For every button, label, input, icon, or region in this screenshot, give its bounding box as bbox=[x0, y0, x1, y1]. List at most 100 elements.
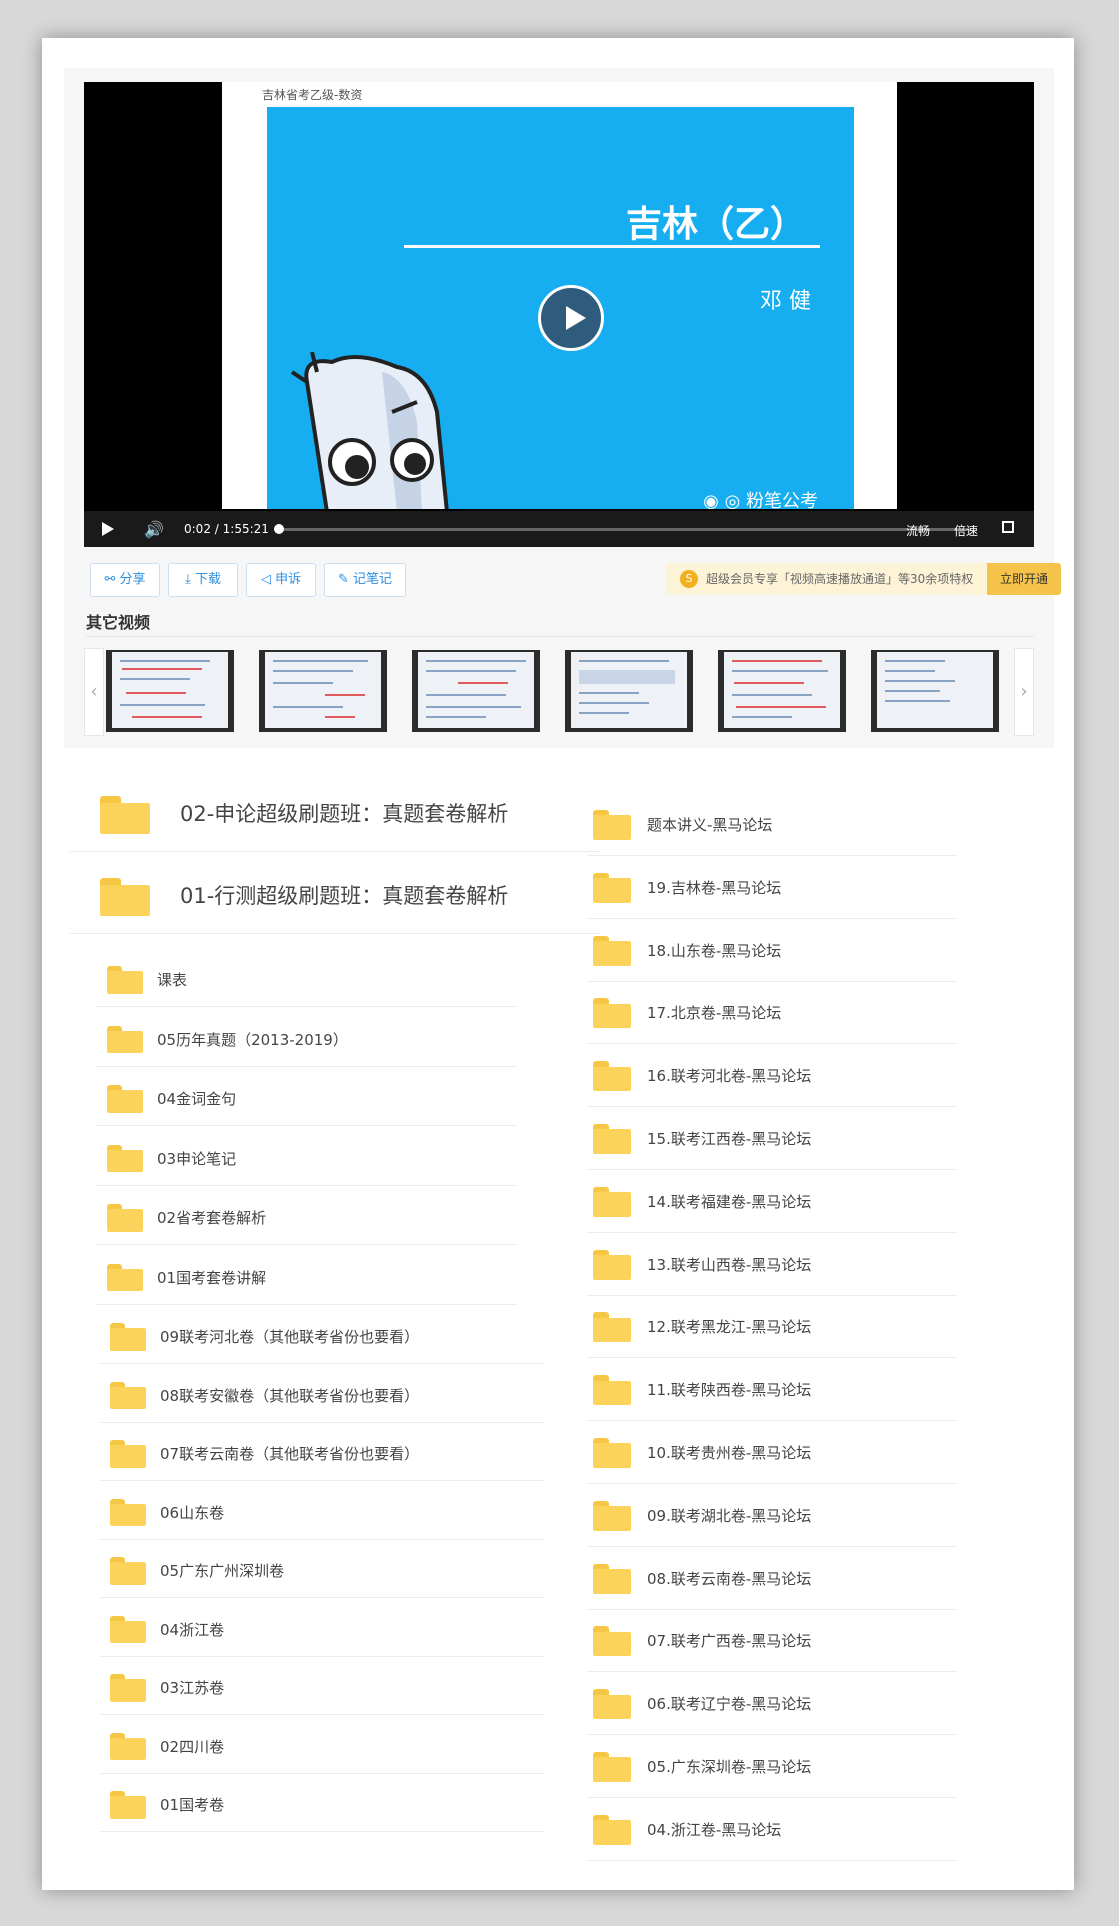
time-separator: / bbox=[214, 522, 219, 536]
folder-icon bbox=[110, 1498, 146, 1527]
folder-label: 01国考套卷讲解 bbox=[157, 1268, 267, 1287]
folder-icon bbox=[593, 1752, 631, 1782]
folder-icon bbox=[593, 935, 631, 966]
folder-label: 03申论笔记 bbox=[157, 1149, 237, 1168]
folder-item[interactable]: 04金词金句 bbox=[97, 1067, 517, 1126]
folder-icon bbox=[110, 1557, 146, 1585]
complain-button[interactable]: ◁ 申诉 bbox=[246, 563, 316, 597]
folder-item[interactable]: 13.联考山西卷-黑马论坛 bbox=[587, 1234, 957, 1296]
other-videos-title: 其它视频 bbox=[86, 613, 151, 632]
folder-label: 07联考云南卷（其他联考省份也要看） bbox=[160, 1445, 420, 1463]
folder-icon bbox=[593, 1814, 631, 1845]
folder-item[interactable]: 02省考套卷解析 bbox=[97, 1186, 517, 1245]
share-icon: ⚯ bbox=[104, 572, 120, 587]
folder-item[interactable]: 01国考套卷讲解 bbox=[97, 1246, 517, 1305]
folder-item[interactable]: 04浙江卷 bbox=[100, 1599, 548, 1657]
thumbnail-strip: ‹ › bbox=[84, 648, 1034, 736]
folder-item[interactable]: 09联考河北卷（其他联考省份也要看） bbox=[100, 1306, 548, 1364]
folder-item[interactable]: 课表 bbox=[97, 948, 517, 1007]
progress-handle[interactable] bbox=[274, 524, 284, 534]
folder-label: 03江苏卷 bbox=[160, 1679, 225, 1697]
video-thumbnail[interactable] bbox=[259, 650, 387, 732]
video-thumbnail[interactable] bbox=[106, 650, 234, 732]
folder-icon bbox=[100, 878, 150, 916]
folder-item[interactable]: 19.吉林卷-黑马论坛 bbox=[587, 857, 957, 919]
folder-item[interactable]: 02-申论超级刷题班：真题套卷解析 bbox=[70, 770, 610, 852]
folder-item[interactable]: 07联考云南卷（其他联考省份也要看） bbox=[100, 1423, 548, 1481]
folder-item[interactable]: 15.联考江西卷-黑马论坛 bbox=[587, 1108, 957, 1170]
folder-item[interactable]: 09.联考湖北卷-黑马论坛 bbox=[587, 1485, 957, 1547]
folder-item[interactable]: 16.联考河北卷-黑马论坛 bbox=[587, 1045, 957, 1108]
folder-item[interactable]: 题本讲义-黑马论坛 bbox=[587, 794, 957, 856]
video-thumbnail[interactable] bbox=[565, 650, 693, 732]
folder-label: 05广东广州深圳卷 bbox=[160, 1562, 285, 1580]
progress-bar[interactable] bbox=[276, 528, 971, 531]
folder-label: 17.北京卷-黑马论坛 bbox=[647, 1004, 782, 1023]
folder-icon bbox=[107, 1144, 143, 1173]
folder-icon bbox=[107, 1025, 143, 1054]
volume-icon[interactable]: 🔊 bbox=[144, 520, 164, 539]
folder-icon bbox=[593, 1186, 631, 1217]
folder-item[interactable]: 10.联考贵州卷-黑马论坛 bbox=[587, 1422, 957, 1484]
folder-label: 01国考卷 bbox=[160, 1796, 225, 1814]
folder-item[interactable]: 05.广东深圳卷-黑马论坛 bbox=[587, 1736, 957, 1798]
folder-item[interactable]: 18.山东卷-黑马论坛 bbox=[587, 920, 957, 982]
folder-icon bbox=[593, 1312, 631, 1343]
vip-text: 超级会员专享「视频高速播放通道」等30余项特权 bbox=[706, 572, 974, 586]
note-label: 记笔记 bbox=[353, 572, 393, 587]
play-big-button[interactable] bbox=[538, 285, 604, 351]
folder-label: 14.联考福建卷-黑马论坛 bbox=[647, 1192, 812, 1211]
folder-item[interactable]: 03申论笔记 bbox=[97, 1127, 517, 1186]
folder-item[interactable]: 14.联考福建卷-黑马论坛 bbox=[587, 1171, 957, 1233]
slide: 吉林（乙） 邓 健 ◉ ◎ 粉笔公考 bbox=[267, 107, 854, 509]
folder-item[interactable]: 07.联考广西卷-黑马论坛 bbox=[587, 1610, 957, 1673]
complain-label: 申诉 bbox=[275, 572, 302, 587]
folder-label: 18.山东卷-黑马论坛 bbox=[647, 941, 782, 960]
folder-label: 05.广东深圳卷-黑马论坛 bbox=[647, 1758, 812, 1776]
video-thumbnail[interactable] bbox=[871, 650, 999, 732]
folder-item[interactable]: 01国考卷 bbox=[100, 1774, 548, 1832]
folder-label: 19.吉林卷-黑马论坛 bbox=[647, 878, 782, 897]
folder-item[interactable]: 05广东广州深圳卷 bbox=[100, 1540, 548, 1598]
folder-item[interactable]: 01-行测超级刷题班：真题套卷解析 bbox=[70, 852, 610, 934]
megaphone-icon: ◁ bbox=[260, 572, 276, 587]
download-label: 下载 bbox=[194, 572, 221, 587]
folder-item[interactable]: 04.浙江卷-黑马论坛 bbox=[587, 1799, 957, 1861]
fullscreen-icon[interactable] bbox=[1002, 521, 1014, 533]
folder-label: 06.联考辽宁卷-黑马论坛 bbox=[647, 1695, 812, 1714]
folder-item[interactable]: 11.联考陕西卷-黑马论坛 bbox=[587, 1359, 957, 1422]
folder-icon bbox=[110, 1732, 146, 1761]
folder-item[interactable]: 03江苏卷 bbox=[100, 1657, 548, 1715]
vip-open-button[interactable]: 立即开通 bbox=[987, 563, 1061, 595]
next-arrow-icon[interactable]: › bbox=[1014, 648, 1034, 736]
play-icon[interactable] bbox=[102, 522, 114, 536]
video-thumbnail[interactable] bbox=[412, 650, 540, 732]
download-button[interactable]: ⤓ 下载 bbox=[168, 563, 238, 597]
folder-icon bbox=[110, 1674, 146, 1702]
folder-item[interactable]: 05历年真题（2013-2019） bbox=[97, 1008, 517, 1067]
slide-brand-text: 粉笔公考 bbox=[746, 491, 818, 509]
player-controls: 🔊 0:02 / 1:55:21 流畅 倍速 bbox=[84, 511, 1034, 547]
folder-item[interactable]: 02四川卷 bbox=[100, 1716, 548, 1774]
note-button[interactable]: ✎ 记笔记 bbox=[324, 563, 406, 597]
folder-item[interactable]: 17.北京卷-黑马论坛 bbox=[587, 982, 957, 1045]
folder-label: 04.浙江卷-黑马论坛 bbox=[647, 1820, 782, 1839]
folder-item[interactable]: 08.联考云南卷-黑马论坛 bbox=[587, 1548, 957, 1610]
page-card: 吉林省考乙级-数资 吉林（乙） 邓 健 ◉ ◎ 粉笔公考 🔊 0:02 / 1:… bbox=[42, 38, 1074, 1890]
time-display: 0:02 / 1:55:21 bbox=[184, 522, 269, 536]
folder-item[interactable]: 06山东卷 bbox=[100, 1482, 548, 1540]
folder-icon bbox=[110, 1323, 146, 1351]
folder-icon bbox=[110, 1381, 146, 1410]
folder-icon bbox=[110, 1440, 146, 1468]
video-player[interactable]: 吉林省考乙级-数资 吉林（乙） 邓 健 ◉ ◎ 粉笔公考 🔊 0:02 / 1:… bbox=[84, 82, 1034, 547]
folder-item[interactable]: 12.联考黑龙江-黑马论坛 bbox=[587, 1296, 957, 1359]
prev-arrow-icon[interactable]: ‹ bbox=[84, 648, 104, 736]
folder-item[interactable]: 08联考安徽卷（其他联考省份也要看） bbox=[100, 1365, 548, 1423]
time-current: 0:02 bbox=[184, 522, 211, 536]
speed-button[interactable]: 倍速 bbox=[954, 522, 978, 539]
video-thumbnail[interactable] bbox=[718, 650, 846, 732]
quality-button[interactable]: 流畅 bbox=[906, 522, 930, 539]
folder-icon bbox=[593, 1124, 631, 1154]
folder-item[interactable]: 06.联考辽宁卷-黑马论坛 bbox=[587, 1673, 957, 1736]
share-button[interactable]: ⚯ 分享 bbox=[90, 563, 160, 597]
